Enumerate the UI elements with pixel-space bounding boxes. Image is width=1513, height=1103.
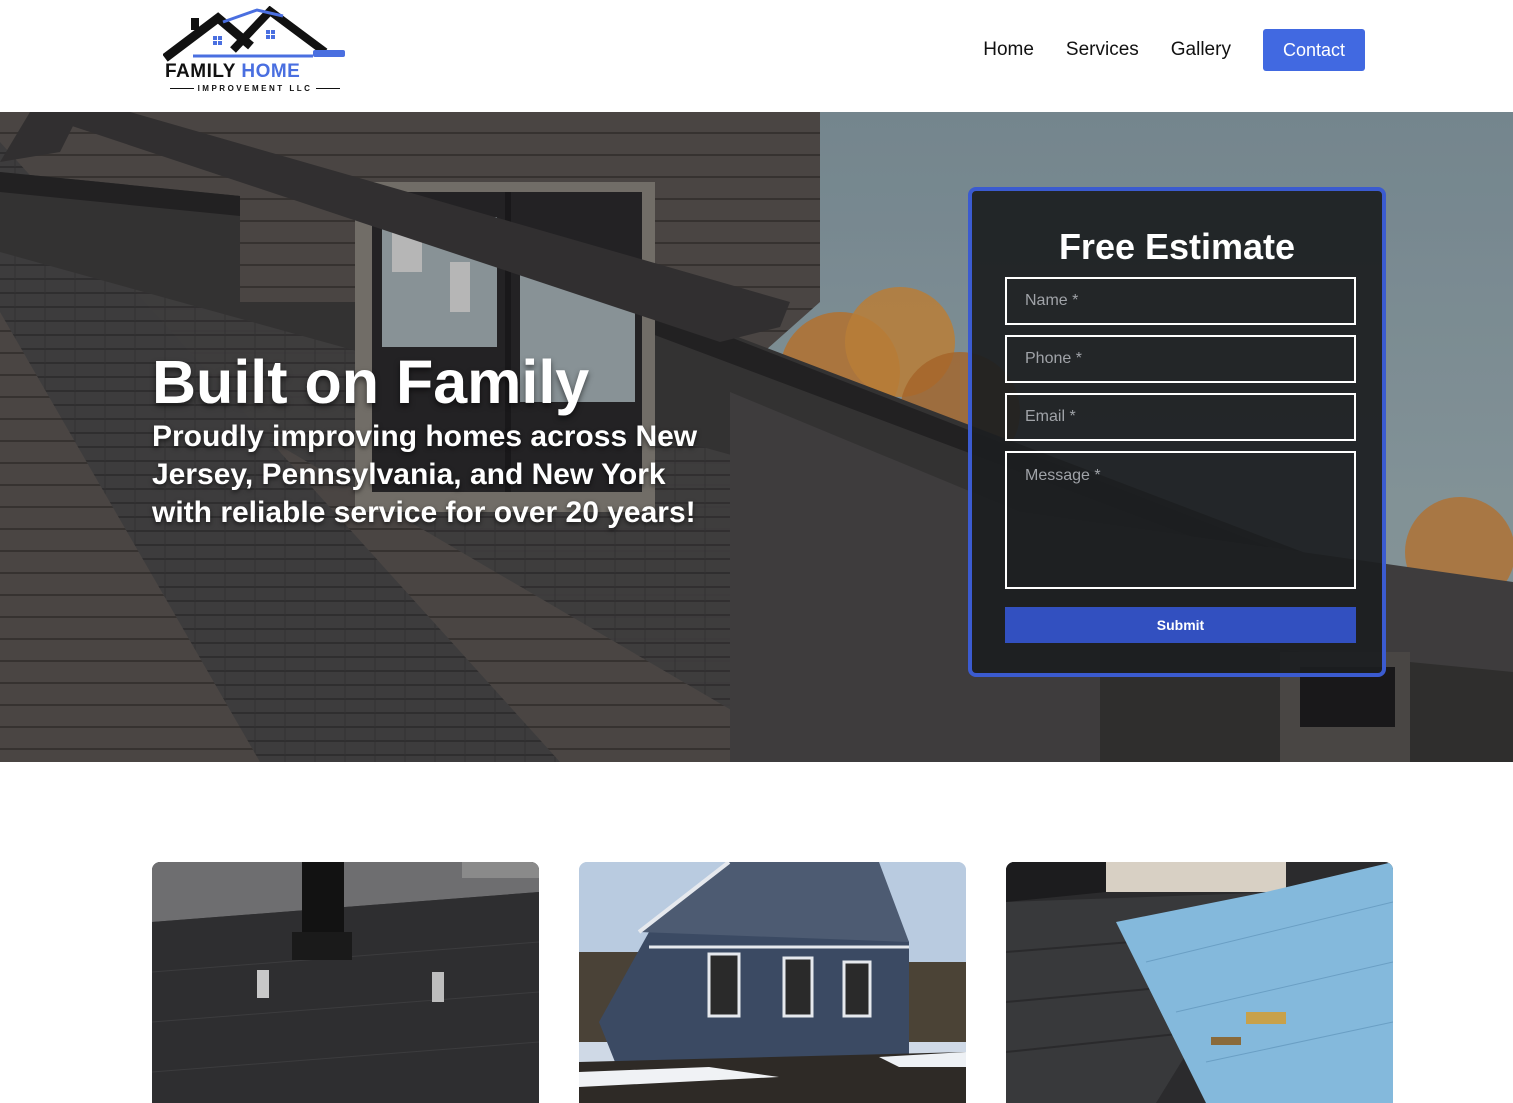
- phone-input[interactable]: [1005, 335, 1356, 383]
- nav-gallery-link[interactable]: Gallery: [1171, 29, 1231, 71]
- brand-name-part2: HOME: [241, 61, 301, 82]
- gallery-card[interactable]: [152, 862, 539, 1103]
- nav-home-link[interactable]: Home: [983, 29, 1034, 71]
- site-header: FAMILY HOME IMPROVEMENT LLC Home Service…: [0, 0, 1513, 112]
- house-roof-logo-icon: [163, 6, 345, 62]
- brand-name: FAMILY HOME: [165, 62, 300, 82]
- main-nav: Home Services Gallery Contact: [983, 29, 1365, 71]
- brand-logo[interactable]: FAMILY HOME IMPROVEMENT LLC: [163, 6, 347, 96]
- email-input[interactable]: [1005, 393, 1356, 441]
- name-input[interactable]: [1005, 277, 1356, 325]
- blue-siding-house-photo: [579, 862, 966, 1103]
- submit-button[interactable]: Submit: [1005, 607, 1356, 643]
- hero-section: Built on Family Proudly improving homes …: [0, 112, 1513, 762]
- brand-tagline: IMPROVEMENT LLC: [163, 84, 347, 93]
- nav-contact-button[interactable]: Contact: [1262, 29, 1365, 71]
- brand-name-part1: FAMILY: [165, 61, 236, 82]
- hero-title: Built on Family: [152, 348, 590, 416]
- free-estimate-form: Free Estimate Submit: [968, 187, 1386, 677]
- message-textarea[interactable]: [1005, 451, 1356, 589]
- hero-subtitle: Proudly improving homes across New Jerse…: [152, 420, 698, 529]
- gallery-section: [152, 862, 1393, 1103]
- metal-roof-install-photo: [1006, 862, 1393, 1103]
- nav-services-link[interactable]: Services: [1066, 29, 1139, 71]
- flat-roof-photo: [152, 862, 539, 1103]
- gallery-card[interactable]: [1006, 862, 1393, 1103]
- gallery-card[interactable]: [579, 862, 966, 1103]
- form-title: Free Estimate: [1058, 226, 1296, 267]
